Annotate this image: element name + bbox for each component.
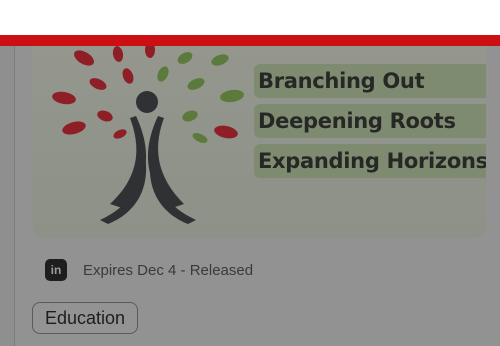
accent-bar (0, 35, 500, 46)
banner-line-2: Deepening Roots (254, 104, 486, 138)
tag-education[interactable]: Education (32, 302, 139, 334)
top-bar-partial-content (96, 26, 200, 32)
banner-line-1: Branching Out (254, 64, 486, 98)
course-meta: in Expires Dec 4 - Released (45, 257, 253, 283)
tree-head (136, 91, 158, 113)
linkedin-icon: in (45, 259, 67, 281)
expiry-status: Expires Dec 4 - Released (83, 261, 254, 279)
top-bar (0, 0, 500, 35)
banner-line-3: Expanding Horizons (254, 144, 486, 178)
tree-logo-icon (52, 46, 244, 224)
course-banner-image[interactable]: Branching Out Deepening Roots Expanding … (32, 46, 486, 238)
tag-label: Education (45, 307, 126, 328)
